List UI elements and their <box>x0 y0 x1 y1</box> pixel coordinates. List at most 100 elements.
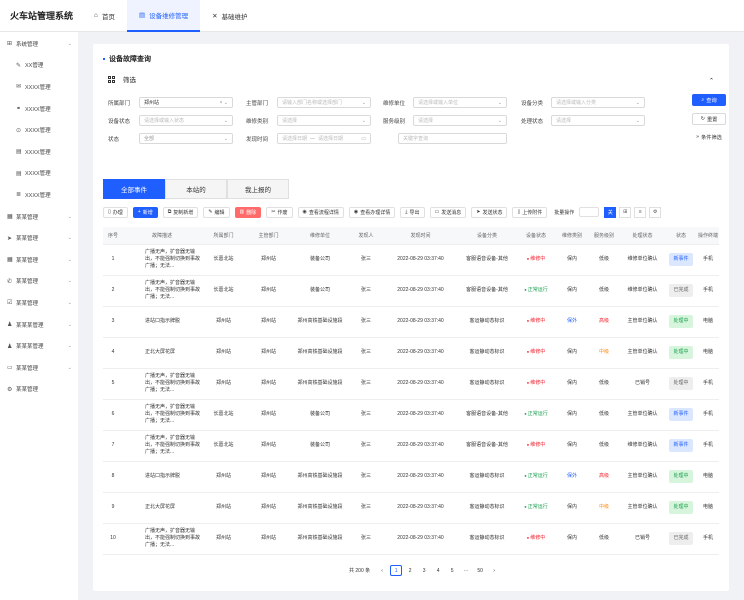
toolbar-label: 删除 <box>246 209 257 216</box>
tab-2[interactable]: 本站的 <box>165 179 227 199</box>
page-50[interactable]: 50 <box>474 565 486 576</box>
fault-select[interactable]: 请选择或输入状态 ⌄ <box>139 115 233 126</box>
table-row[interactable]: 4 正北大屏花屏 郑州站 郑州站 郑州高铁基础设施段 张三 2022-08-29 03:37… <box>103 337 719 369</box>
state-badge[interactable]: 新事件 <box>669 253 693 266</box>
cell-cat: 客运静动态标识 <box>458 523 516 555</box>
view-switch-1[interactable]: 关 <box>604 206 617 218</box>
state-badge[interactable]: 已完成 <box>669 284 693 297</box>
level-select[interactable]: 请选择 ⌄ <box>413 115 507 126</box>
sidebar-item-12[interactable]: ✆ 某某管理 ⌄ <box>0 271 78 293</box>
pstate-select[interactable]: 请选择 ⌄ <box>551 115 645 126</box>
refresh-icon: ↻ <box>700 116 705 122</box>
sidebar-item-13[interactable]: ☑ 某某管理 ⌄ <box>0 292 78 314</box>
page-1[interactable]: 1 <box>390 565 403 576</box>
view-switch-3[interactable]: ≡ <box>634 206 647 218</box>
state-badge[interactable]: 已完成 <box>669 532 693 545</box>
sidebar-item-4[interactable]: ⚭ XXXX管理 <box>0 98 78 120</box>
table-row[interactable]: 6 广播无声，扩音器无输出，不能强制切换到事故广播；无法... 长葛北站 郑州站 装备公… <box>103 399 719 431</box>
sidebar-item-17[interactable]: ⚙ 某某管理 <box>0 379 78 401</box>
dept-select[interactable]: 郑州站 × ⌄ <box>139 97 233 108</box>
sidebar-item-2[interactable]: ✎ XX管理 <box>0 55 78 77</box>
cell-mdept: 郑州站 <box>246 337 291 369</box>
toolbar-button-6[interactable]: ✂ 作废 <box>266 206 293 218</box>
toolbar-button-10[interactable]: ▭ 发送消息 <box>429 206 467 218</box>
toolbar-button-3[interactable]: ⧉ 复制新增 <box>162 206 199 218</box>
toolbar-button-7[interactable]: ◉ 查看流程详情 <box>297 206 344 218</box>
nav-tab-2[interactable]: ▤ 设备维修管理 <box>126 0 201 32</box>
condition-filter-button[interactable]: » 条件筛选 <box>692 131 726 143</box>
toolbar-button-1[interactable]: ▯ 办理 <box>103 206 128 218</box>
nav-tab-1[interactable]: ⌂ 首页 <box>82 0 127 32</box>
state-badge[interactable]: 新事件 <box>669 408 693 421</box>
gear-icon: ⚙ <box>7 386 13 393</box>
table-row[interactable]: 7 广播无声，扩音器无输出，不能强制切换到事故广播；无法... 长葛北站 郑州站 装备公… <box>103 430 719 462</box>
sidebar-item-1[interactable]: ⊞ 系统管理 ⌄ <box>0 33 78 55</box>
table-row[interactable]: 1 广播无声，扩音器无输出，不能强制切换到事故广播；无法... 长葛北站 郑州站 装备公… <box>103 244 719 276</box>
table-row[interactable]: 2 广播无声，扩音器无输出，不能强制切换到事故广播；无法... 长葛北站 郑州站 装备公… <box>103 275 719 307</box>
tab-3[interactable]: 我上报的 <box>227 179 289 199</box>
sidebar-item-10[interactable]: ➤ 某某管理 ⌄ <box>0 227 78 249</box>
table-row[interactable]: 5 广播无声，扩音器无输出，不能强制切换到事故广播；无法... 郑州站 郑州站 郑州高铁… <box>103 368 719 400</box>
state-badge[interactable]: 处理中 <box>669 470 693 483</box>
page-4[interactable]: 4 <box>432 565 444 576</box>
mdept-input[interactable]: 请输入部门名称或选择部门 ⌄ <box>277 97 371 108</box>
search-button[interactable]: ⌕ 查询 <box>692 94 726 106</box>
cell-mdept: 郑州站 <box>246 523 291 555</box>
cell-finder: 张三 <box>349 337 383 369</box>
toolbar-button-4[interactable]: ✎ 编辑 <box>203 206 230 218</box>
state-badge[interactable]: 处理中 <box>669 346 693 359</box>
page-5[interactable]: 5 <box>446 565 458 576</box>
cell-mdept: 郑州站 <box>246 430 291 462</box>
page-···[interactable]: ··· <box>460 565 472 576</box>
pagination: 共 200 条 ‹ 1 2 3 4 5 ··· 50 › <box>349 565 500 576</box>
page-3[interactable]: 3 <box>418 565 430 576</box>
view-switch-4[interactable]: ⚙ <box>649 206 662 218</box>
column-header: 序号 <box>103 227 123 245</box>
sidebar-item-16[interactable]: ▭ 某某管理 ⌄ <box>0 357 78 379</box>
toolbar-button-5[interactable]: ▥ 删除 <box>234 206 262 218</box>
toolbar-button-11[interactable]: ➤ 发送状态 <box>471 206 508 218</box>
sidebar-item-8[interactable]: ≣ XXXX管理 <box>0 184 78 206</box>
table-row[interactable]: 8 进站口指示牌脱 郑州站 郑州站 郑州高铁基础设施段 张三 2022-08-29 03:3… <box>103 461 719 493</box>
prev-page[interactable]: ‹ <box>376 565 388 576</box>
collapse-icon[interactable]: ⌄ <box>709 76 714 83</box>
state-select[interactable]: 全部 ⌄ <box>139 133 233 144</box>
cat-select[interactable]: 请选择或输入分类 ⌄ <box>551 97 645 108</box>
sidebar-item-14[interactable]: ♟ 某某某管理 ⌄ <box>0 314 78 336</box>
chevron-down-icon: ⌄ <box>67 278 72 285</box>
keyword-input[interactable]: 关键字查询 <box>398 133 507 144</box>
toolbar-button-2[interactable]: + 新增 <box>132 206 158 218</box>
view-switch-2[interactable]: ⊞ <box>619 206 632 218</box>
tab-1[interactable]: 全部事件 <box>103 179 165 199</box>
sidebar-item-9[interactable]: ▦ 某某管理 ⌄ <box>0 206 78 228</box>
batch-toggle[interactable] <box>579 207 600 217</box>
toolbar-button-12[interactable]: ▯ 上传附件 <box>512 206 548 218</box>
state-badge[interactable]: 处理中 <box>669 501 693 514</box>
user-icon: ♟ <box>7 343 13 350</box>
page-2[interactable]: 2 <box>404 565 416 576</box>
rtype-select[interactable]: 请选择 ⌄ <box>277 115 371 126</box>
state-badge[interactable]: 处理中 <box>669 315 693 328</box>
main-area: 设备故障查询 筛选 ⌄ 所属部门 郑州站 × ⌄ 主管部门 请输入部门名称或选择部… <box>78 32 744 600</box>
status-text: 维修中 <box>527 256 546 262</box>
toolbar-button-8[interactable]: ◉ 查看办理详情 <box>348 206 396 218</box>
cell-unit: 郑州高铁基础设施段 <box>291 306 349 338</box>
next-page[interactable]: › <box>488 565 500 576</box>
state-badge[interactable]: 新事件 <box>669 439 693 452</box>
sidebar-item-6[interactable]: ▤ XXXX管理 <box>0 141 78 163</box>
toolbar-button-9[interactable]: ⤓ 导出 <box>400 206 425 218</box>
table-row[interactable]: 9 正北大屏花屏 郑州站 郑州站 郑州高铁基础设施段 张三 2022-08-29 03:37… <box>103 492 719 524</box>
table-row[interactable]: 10 广播无声，扩音器无输出，不能强制切换到事故广播；无法... 郑州站 郑州站 郑州高… <box>103 523 719 555</box>
sidebar-item-label: 某某管理 <box>16 387 39 394</box>
nav-tab-3[interactable]: ✕ 基础维护 <box>200 0 259 32</box>
sidebar-item-15[interactable]: ♟ 某某某管理 ⌄ <box>0 335 78 357</box>
sidebar-item-3[interactable]: ✉ XXXX管理 <box>0 76 78 98</box>
sidebar-item-7[interactable]: ▤ XXXX管理 <box>0 163 78 185</box>
sidebar-item-11[interactable]: ▦ 某某管理 ⌄ <box>0 249 78 271</box>
unit-select[interactable]: 请选择或输入单位 ⌄ <box>413 97 507 108</box>
date-range[interactable]: 请选择日期 — 请选择日期 ▭ <box>277 133 371 144</box>
reset-button[interactable]: ↻ 重置 <box>692 113 726 125</box>
table-row[interactable]: 3 进站口指示牌脱 郑州站 郑州站 郑州高铁基础设施段 张三 2022-08-29 03:3… <box>103 306 719 338</box>
state-badge[interactable]: 处理中 <box>669 377 693 390</box>
sidebar-item-5[interactable]: ⊙ XXXX管理 <box>0 119 78 141</box>
